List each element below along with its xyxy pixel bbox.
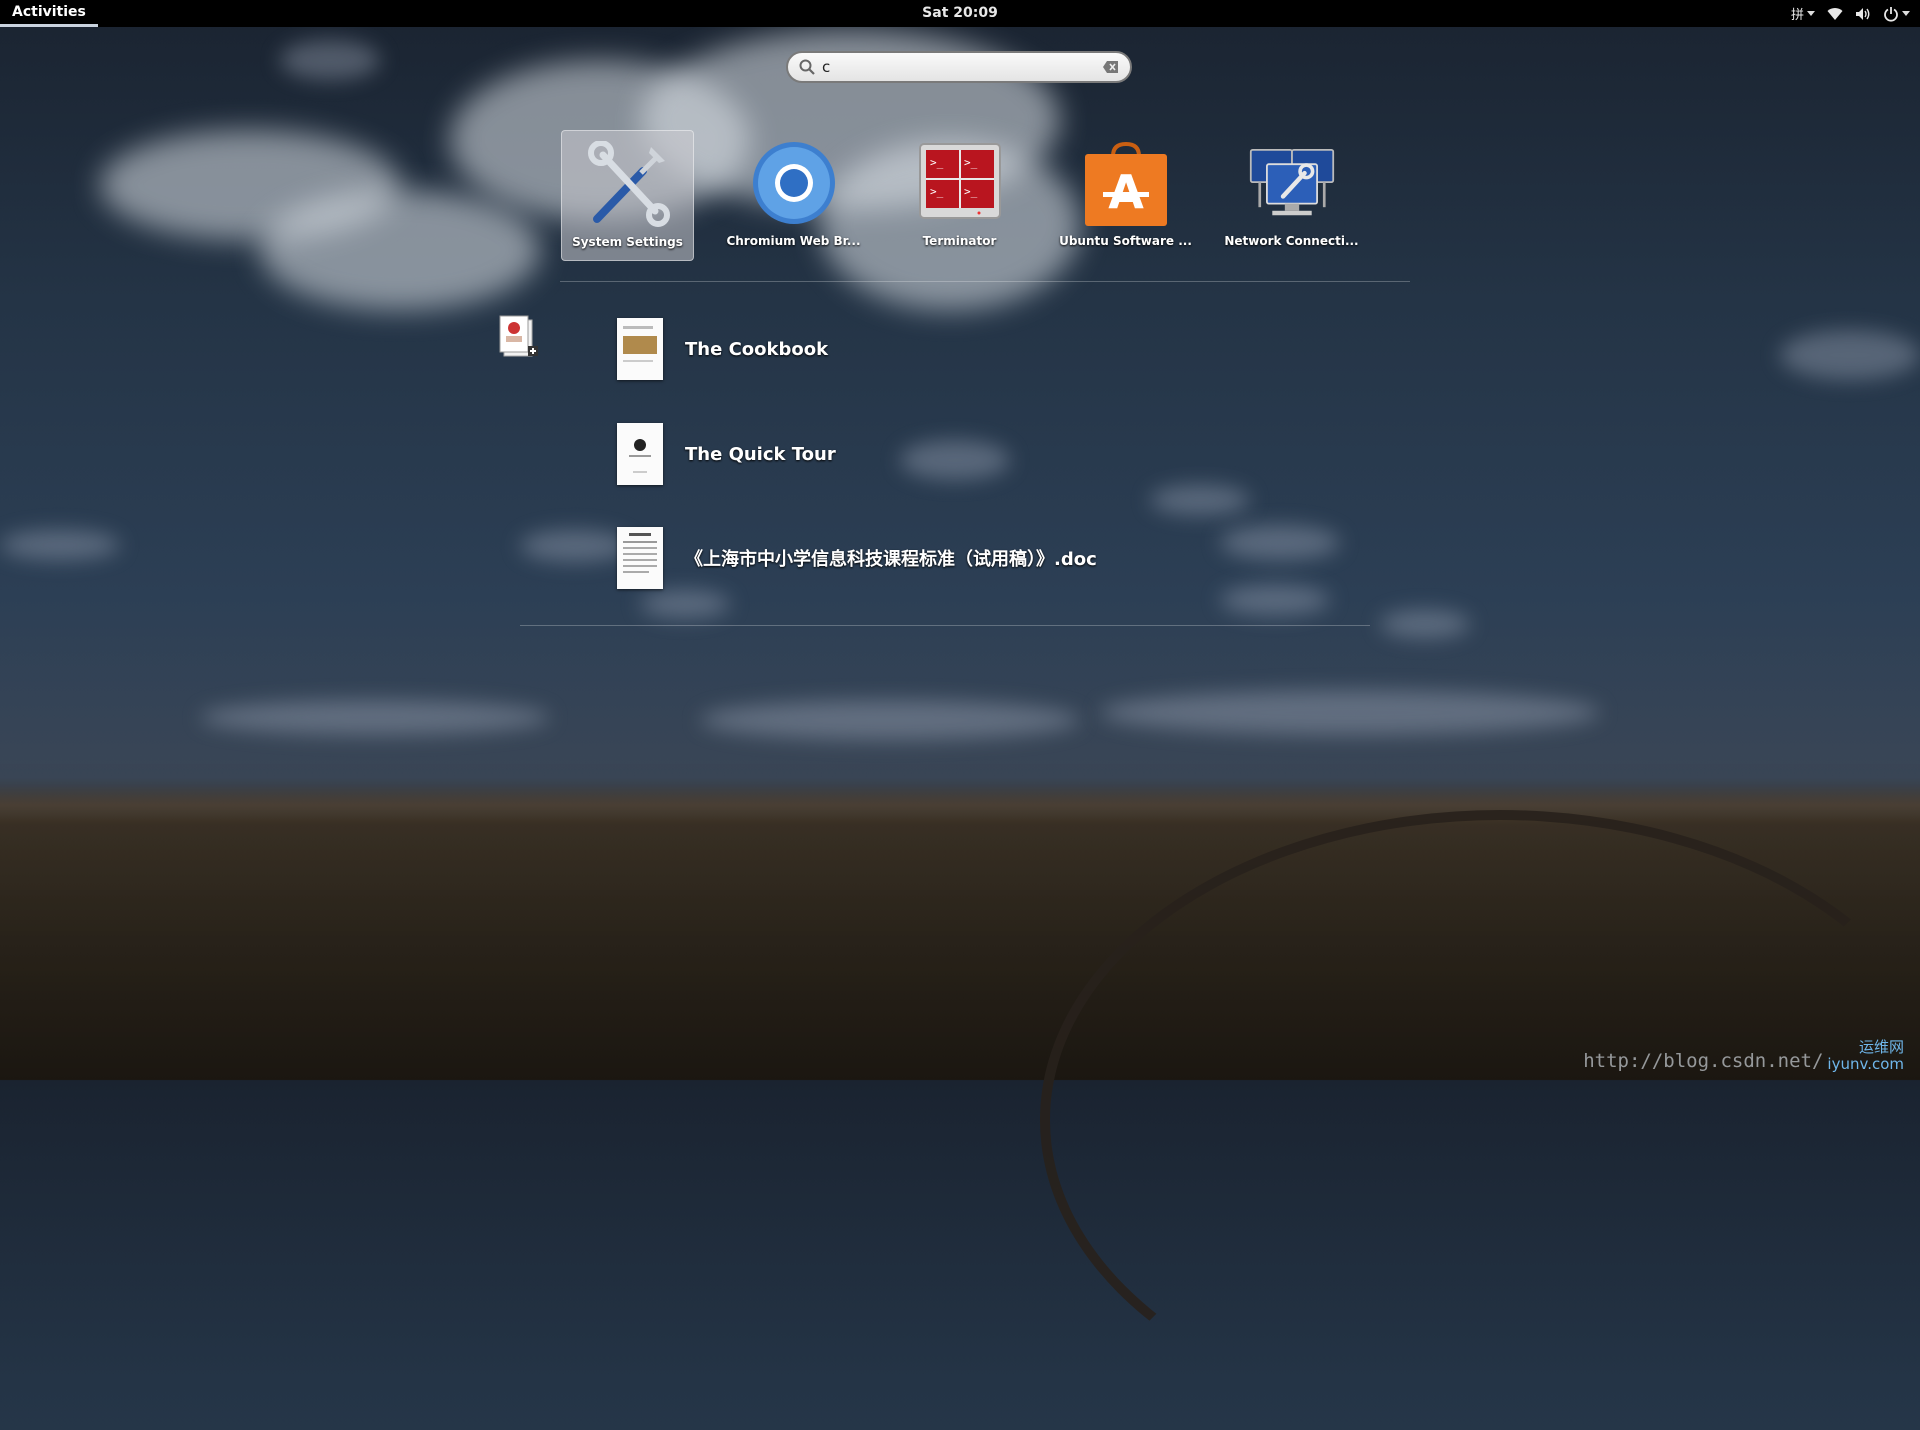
activities-label: Activities: [12, 4, 86, 20]
app-label: Terminator: [922, 234, 997, 248]
search-box[interactable]: [786, 51, 1132, 83]
system-settings-icon: [585, 141, 671, 227]
network-connections-icon: [1249, 140, 1335, 226]
clear-search-icon[interactable]: [1102, 58, 1120, 76]
svg-text:>_: >_: [964, 185, 978, 198]
app-label: Ubuntu Software ...: [1059, 234, 1192, 248]
activities-button[interactable]: Activities: [0, 0, 98, 27]
app-label: Network Connecti...: [1224, 234, 1359, 248]
app-terminator[interactable]: >_ >_ >_ >_ Terminator: [893, 130, 1026, 261]
search-icon: [799, 59, 815, 75]
app-label: Chromium Web Br...: [726, 234, 861, 248]
input-method-label: 拼: [1790, 8, 1804, 23]
watermark-url: http://blog.csdn.net/: [1583, 1050, 1824, 1072]
app-network-connections[interactable]: Network Connecti...: [1224, 130, 1359, 261]
document-result[interactable]: The Cookbook: [617, 318, 828, 380]
wifi-icon[interactable]: [1827, 7, 1843, 21]
document-result[interactable]: The Quick Tour: [617, 423, 836, 485]
top-bar: Activities Sat 20:09 拼: [0, 0, 1920, 27]
app-system-settings[interactable]: System Settings: [561, 130, 694, 261]
watermark-logo-cn: 运维网: [1858, 1038, 1904, 1056]
svg-text:>_: >_: [930, 156, 944, 169]
watermark-logo: 运维网 iyunv.com: [1827, 1039, 1904, 1072]
app-label: System Settings: [572, 235, 683, 249]
system-tray: 拼: [1791, 0, 1910, 27]
ubuntu-software-icon: A: [1083, 140, 1169, 226]
app-results: System Settings Chromium Web Br... >_ >_…: [561, 130, 1359, 261]
clock[interactable]: Sat 20:09: [922, 0, 998, 27]
document-thumbnail: [617, 318, 663, 380]
terminator-icon: >_ >_ >_ >_: [917, 140, 1003, 226]
power-icon[interactable]: [1883, 6, 1910, 22]
chromium-icon: [751, 140, 837, 226]
watermark-logo-en: iyunv.com: [1827, 1054, 1904, 1073]
results-separator: [520, 625, 1370, 626]
document-thumbnail: [617, 527, 663, 589]
svg-text:>_: >_: [930, 185, 944, 198]
document-thumbnail: [617, 423, 663, 485]
svg-text:>_: >_: [964, 156, 978, 169]
app-chromium[interactable]: Chromium Web Br...: [726, 130, 861, 261]
input-method-icon[interactable]: 拼: [1791, 4, 1815, 23]
volume-icon[interactable]: [1855, 7, 1871, 21]
document-title: The Quick Tour: [685, 443, 836, 465]
app-ubuntu-software[interactable]: A Ubuntu Software ...: [1059, 130, 1192, 261]
watermark: http://blog.csdn.net/ 运维网 iyunv.com: [1583, 1039, 1904, 1072]
results-separator: [560, 281, 1410, 282]
search-input[interactable]: [822, 58, 1102, 76]
document-title: The Cookbook: [685, 338, 829, 360]
document-title: 《上海市中小学信息科技课程标准（试用稿）》.doc: [685, 549, 1097, 570]
document-result[interactable]: 《上海市中小学信息科技课程标准（试用稿）》.doc: [617, 527, 1097, 589]
documents-provider-icon[interactable]: [496, 314, 544, 362]
